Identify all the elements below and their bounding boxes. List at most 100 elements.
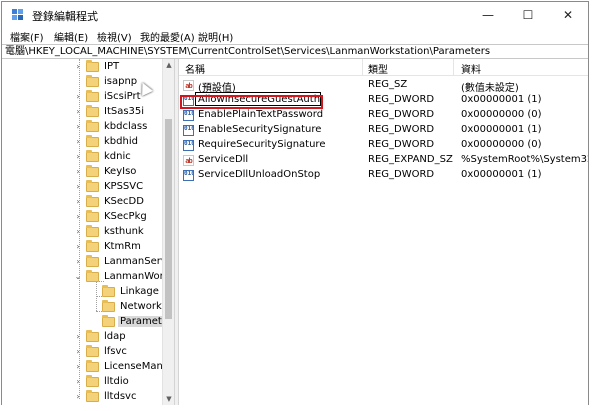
expand-arrow-icon[interactable]: › bbox=[74, 182, 82, 192]
menu-edit[interactable]: 編輯(E) bbox=[54, 29, 88, 44]
value-type: REG_DWORD bbox=[368, 109, 435, 120]
folder-icon bbox=[86, 225, 99, 237]
expand-arrow-icon[interactable]: › bbox=[74, 362, 82, 372]
value-row-allowinsecureguestauth[interactable]: 010110 AllowInsecureGuestAuth REG_DWORD … bbox=[179, 92, 588, 108]
maximize-button[interactable]: ☐ bbox=[508, 2, 548, 28]
tree-item-label: ItSas35i bbox=[104, 106, 145, 117]
value-name: ServiceDll bbox=[198, 154, 249, 165]
expander-placeholder bbox=[90, 302, 98, 312]
value-row[interactable]: ab (預設值) REG_SZ (數值未設定) bbox=[179, 78, 588, 94]
registry-editor-window: 登錄編輯程式 — ☐ ✕ 檔案(F) 編輯(E) 檢視(V) 我的最愛(A) 說… bbox=[1, 1, 589, 405]
tree-item-label: LicenseMana bbox=[104, 361, 169, 372]
tree-item-label: Linkage bbox=[120, 286, 159, 297]
folder-icon bbox=[102, 300, 115, 312]
values-list-pane[interactable]: 名稱 類型 資料 ab (預設值) REG_SZ (數值未設定) 010110 … bbox=[179, 59, 588, 405]
tree-item-label: KSecDD bbox=[104, 196, 144, 207]
tree-item-label: kbdhid bbox=[104, 136, 138, 147]
tree-item-label: IPT bbox=[104, 61, 120, 72]
tree-item-label: KSecPkg bbox=[104, 211, 147, 222]
expand-arrow-icon[interactable]: › bbox=[74, 212, 82, 222]
expand-arrow-icon[interactable]: › bbox=[74, 167, 82, 177]
expand-arrow-icon[interactable] bbox=[74, 77, 82, 87]
value-type: REG_DWORD bbox=[368, 94, 435, 105]
folder-icon bbox=[86, 270, 99, 282]
expand-arrow-icon[interactable]: › bbox=[74, 377, 82, 387]
value-name: EnablePlainTextPassword bbox=[198, 109, 324, 120]
key-tree-pane[interactable]: › IPT isapnp › iScsiPrt › ItSas35i › kbdclas… bbox=[2, 59, 174, 405]
value-row[interactable]: 010110 EnableSecuritySignature REG_DWORD… bbox=[179, 123, 588, 138]
tree-item-label: lltdio bbox=[104, 376, 129, 387]
expand-arrow-icon[interactable]: › bbox=[74, 257, 82, 267]
value-name: AllowInsecureGuestAuth bbox=[198, 94, 320, 105]
folder-icon bbox=[86, 255, 99, 267]
folder-icon bbox=[86, 75, 99, 87]
menu-favorites[interactable]: 我的最愛(A) bbox=[140, 29, 195, 44]
scroll-down-arrow-icon[interactable]: ▼ bbox=[163, 393, 174, 405]
value-name: EnableSecuritySignature bbox=[198, 124, 322, 135]
expand-arrow-icon[interactable]: › bbox=[74, 137, 82, 147]
address-bar[interactable]: 電腦\HKEY_LOCAL_MACHINE\SYSTEM\CurrentCont… bbox=[2, 44, 588, 59]
value-row[interactable]: 010110 RequireSecuritySignature REG_DWOR… bbox=[179, 138, 588, 153]
collapse-arrow-icon[interactable]: ⌄ bbox=[74, 272, 82, 282]
menu-help[interactable]: 說明(H) bbox=[198, 29, 233, 44]
expand-arrow-icon[interactable]: › bbox=[74, 227, 82, 237]
expand-arrow-icon[interactable]: › bbox=[74, 392, 82, 402]
folder-open-icon bbox=[102, 315, 115, 327]
menu-file[interactable]: 檔案(F) bbox=[10, 29, 44, 44]
folder-icon bbox=[86, 60, 99, 72]
tree-item-label: lltdsvc bbox=[104, 391, 137, 402]
column-separator[interactable] bbox=[453, 59, 454, 75]
menu-view[interactable]: 檢視(V) bbox=[97, 29, 132, 44]
expand-arrow-icon[interactable]: › bbox=[74, 332, 82, 342]
expand-arrow-icon[interactable]: › bbox=[74, 242, 82, 252]
value-row[interactable]: 010110 ServiceDllUnloadOnStop REG_DWORD … bbox=[179, 168, 588, 183]
folder-icon bbox=[86, 360, 99, 372]
folder-icon bbox=[86, 375, 99, 387]
expand-arrow-icon[interactable]: › bbox=[74, 197, 82, 207]
folder-icon bbox=[86, 120, 99, 132]
column-separator[interactable] bbox=[362, 59, 363, 75]
value-data: 0x00000000 (0) bbox=[461, 109, 542, 120]
column-name-header[interactable]: 名稱 bbox=[185, 61, 205, 76]
menu-bar: 檔案(F) 編輯(E) 檢視(V) 我的最愛(A) 說明(H) bbox=[2, 28, 588, 44]
scroll-up-arrow-icon[interactable]: ▲ bbox=[163, 59, 174, 71]
binary-value-icon: 010110 bbox=[183, 170, 194, 181]
value-data: 0x00000001 (1) bbox=[461, 94, 542, 105]
binary-value-icon: 010110 bbox=[183, 95, 194, 106]
folder-icon bbox=[86, 165, 99, 177]
folder-icon bbox=[86, 90, 99, 102]
value-data: %SystemRoot%\System32\wk bbox=[461, 154, 588, 165]
list-header: 名稱 類型 資料 bbox=[179, 59, 588, 76]
expand-arrow-icon[interactable]: › bbox=[74, 122, 82, 132]
tree-item-label: ksthunk bbox=[104, 226, 144, 237]
column-data-header[interactable]: 資料 bbox=[461, 61, 481, 76]
folder-icon bbox=[86, 180, 99, 192]
expand-arrow-icon[interactable]: › bbox=[74, 107, 82, 117]
expand-arrow-icon[interactable]: › bbox=[74, 92, 82, 102]
folder-icon bbox=[102, 285, 115, 297]
tree-item-label: isapnp bbox=[104, 76, 138, 87]
expand-arrow-icon[interactable]: › bbox=[74, 152, 82, 162]
binary-value-icon: 010110 bbox=[183, 140, 194, 151]
column-type-header[interactable]: 類型 bbox=[368, 61, 388, 76]
close-button[interactable]: ✕ bbox=[548, 2, 588, 28]
value-data: 0x00000000 (0) bbox=[461, 139, 542, 150]
value-type: REG_EXPAND_SZ bbox=[368, 154, 453, 165]
value-data: 0x00000001 (1) bbox=[461, 169, 542, 180]
value-type: REG_SZ bbox=[368, 79, 408, 90]
tree-scrollbar[interactable]: ▲ ▼ bbox=[162, 59, 174, 405]
tree-item-label: KeyIso bbox=[104, 166, 137, 177]
string-value-icon: ab bbox=[183, 80, 194, 91]
minimize-button[interactable]: — bbox=[468, 2, 508, 28]
tree-scrollbar-thumb[interactable] bbox=[165, 119, 172, 319]
title-bar[interactable]: 登錄編輯程式 — ☐ ✕ bbox=[2, 2, 588, 28]
value-data: (數值未設定) bbox=[461, 83, 519, 94]
value-row[interactable]: ab ServiceDll REG_EXPAND_SZ %SystemRoot%… bbox=[179, 153, 588, 168]
folder-icon bbox=[86, 195, 99, 207]
value-row[interactable]: 010110 EnablePlainTextPassword REG_DWORD… bbox=[179, 108, 588, 123]
expand-arrow-icon[interactable]: › bbox=[74, 347, 82, 357]
expand-arrow-icon[interactable]: › bbox=[74, 62, 82, 72]
tree-item-label: kbdclass bbox=[104, 121, 148, 132]
tree-item-label: iScsiPrt bbox=[104, 91, 141, 102]
string-value-icon: ab bbox=[183, 155, 194, 166]
